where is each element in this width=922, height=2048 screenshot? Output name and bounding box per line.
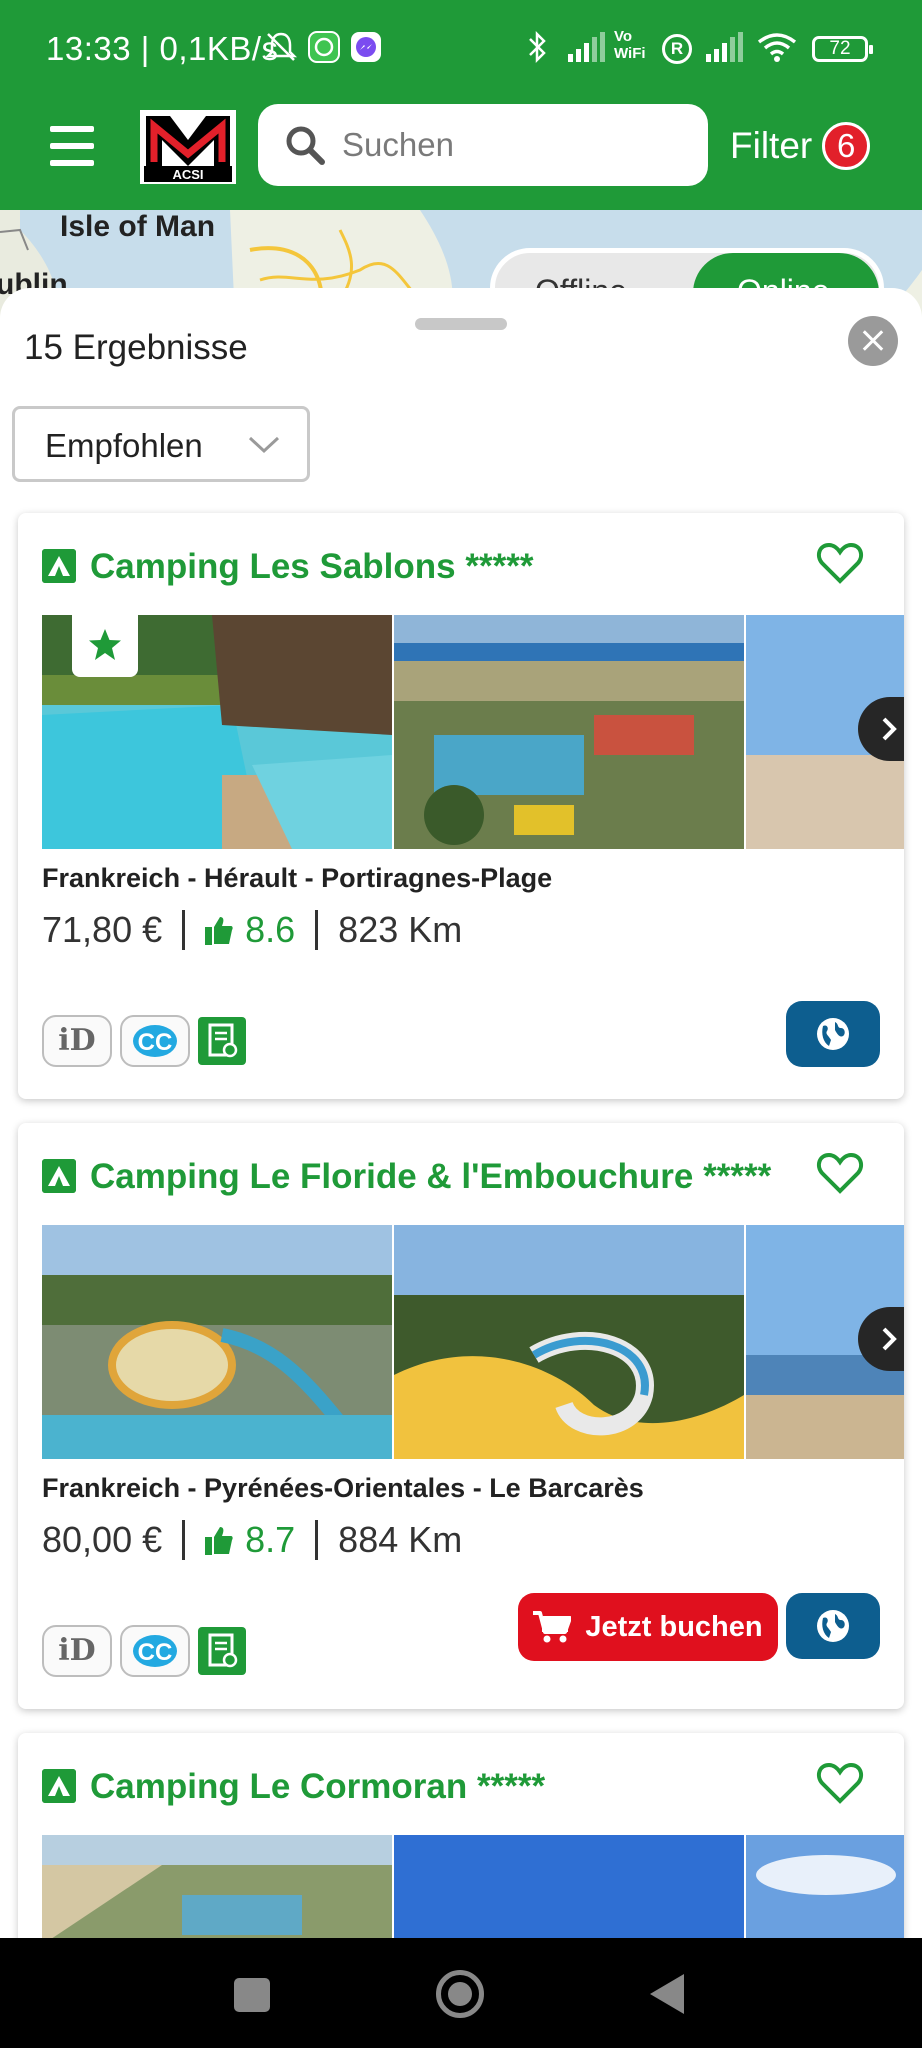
search-bar[interactable] bbox=[258, 104, 708, 186]
camping-card-icon: CC bbox=[120, 1625, 190, 1677]
results-count: 15 Ergebnisse bbox=[24, 328, 248, 367]
signal-icon-2 bbox=[706, 32, 743, 62]
divider bbox=[182, 910, 186, 950]
campsite-photo-clouds[interactable] bbox=[746, 1835, 904, 1938]
cart-icon bbox=[533, 1611, 572, 1643]
heart-icon[interactable] bbox=[816, 541, 864, 585]
signal-icon-1 bbox=[568, 32, 605, 62]
svg-text:ACSI: ACSI bbox=[172, 167, 203, 182]
acsi-logo[interactable]: ACSI bbox=[140, 110, 236, 184]
volte-label: Vo WiFi bbox=[614, 28, 646, 62]
campsite-price: 80,00 € bbox=[42, 1519, 163, 1560]
recents-button[interactable] bbox=[234, 1978, 270, 2012]
document-icon bbox=[198, 1627, 246, 1675]
cc-logo-icon: CC bbox=[133, 1635, 177, 1667]
photo-gallery[interactable] bbox=[42, 615, 904, 849]
campsite-stats: 80,00 € 8.7 884 Km bbox=[42, 1515, 462, 1565]
muted-bell-icon bbox=[264, 32, 298, 61]
campsite-rating: 8.7 bbox=[245, 1519, 296, 1560]
filter-label: Filter bbox=[730, 125, 813, 166]
acsi-id-icon: iD bbox=[42, 1015, 112, 1067]
chevron-down-icon bbox=[248, 436, 280, 454]
chevron-right-icon bbox=[882, 1327, 897, 1351]
chevron-right-icon bbox=[882, 717, 897, 741]
book-now-button[interactable]: Jetzt buchen bbox=[518, 1593, 778, 1661]
messenger-icon bbox=[351, 32, 381, 62]
tent-icon bbox=[42, 1769, 76, 1803]
campsite-rating: 8.6 bbox=[245, 909, 296, 950]
filter-button[interactable]: Filter 6 bbox=[730, 116, 871, 176]
sheet-drag-handle[interactable] bbox=[415, 318, 507, 330]
star-icon bbox=[89, 629, 121, 660]
wifi-icon bbox=[757, 33, 797, 62]
tent-icon bbox=[42, 549, 76, 583]
campsite-price: 71,80 € bbox=[42, 909, 163, 950]
results-sheet: 15 Ergebnisse Empfohlen Camping Les Sabl… bbox=[0, 288, 922, 1938]
search-icon bbox=[286, 126, 325, 165]
camping-card-icon: CC bbox=[120, 1015, 190, 1067]
sort-dropdown[interactable]: Empfohlen bbox=[12, 406, 310, 482]
back-button[interactable] bbox=[650, 1974, 684, 2014]
sort-label: Empfohlen bbox=[45, 427, 203, 464]
map-label-isle-of-man: Isle of Man bbox=[60, 210, 216, 243]
campsite-name[interactable]: Camping Le Cormoran ***** bbox=[90, 1767, 545, 1807]
thumbs-up-icon bbox=[205, 917, 233, 945]
system-nav-bar bbox=[0, 1938, 922, 2048]
search-input[interactable] bbox=[342, 104, 682, 186]
app-header: ACSI Filter 6 bbox=[0, 100, 922, 210]
feature-icons: iD CC bbox=[42, 1625, 254, 1677]
campsite-name[interactable]: Camping Le Floride & l'Embouchure ***** bbox=[90, 1157, 771, 1197]
cc-logo-icon: CC bbox=[133, 1025, 177, 1057]
campsite-distance: 823 Km bbox=[338, 909, 463, 950]
divider bbox=[182, 1520, 186, 1560]
home-button[interactable] bbox=[436, 1970, 484, 2018]
acsi-id-icon: iD bbox=[42, 1625, 112, 1677]
svg-text:CC: CC bbox=[138, 1639, 173, 1666]
campsite-location: Frankreich - Pyrénées-Orientales - Le Ba… bbox=[42, 1473, 644, 1503]
campsite-photo-waterslide[interactable] bbox=[394, 1225, 744, 1459]
campsite-photo-aerial[interactable] bbox=[42, 1835, 392, 1938]
campsite-card[interactable]: Camping Le Cormoran ***** bbox=[18, 1733, 904, 1938]
roaming-icon: R bbox=[662, 34, 692, 64]
divider bbox=[315, 910, 319, 950]
thumbs-up-icon bbox=[205, 1527, 233, 1555]
website-button[interactable] bbox=[786, 1001, 880, 1067]
top-campsite-badge bbox=[72, 615, 138, 677]
battery-icon: 72 bbox=[812, 36, 873, 62]
filter-count-badge: 6 bbox=[822, 122, 871, 170]
campsite-photo-slides[interactable] bbox=[42, 1225, 392, 1459]
campsite-distance: 884 Km bbox=[338, 1519, 463, 1560]
book-now-label: Jetzt buchen bbox=[585, 1610, 763, 1643]
globe-icon bbox=[817, 1018, 849, 1050]
divider bbox=[315, 1520, 319, 1560]
document-icon bbox=[198, 1017, 246, 1065]
photo-gallery[interactable] bbox=[42, 1225, 904, 1459]
heart-icon[interactable] bbox=[816, 1761, 864, 1805]
status-time: 13:33 | 0,1KB/s bbox=[46, 30, 279, 67]
status-bar: 13:33 | 0,1KB/s Vo WiFi R 72 bbox=[0, 0, 922, 100]
campsite-card[interactable]: Camping Les Sablons ***** Frankreich - H… bbox=[18, 513, 904, 1099]
hamburger-icon[interactable] bbox=[50, 126, 94, 166]
campsite-card[interactable]: Camping Le Floride & l'Embouchure ***** bbox=[18, 1123, 904, 1709]
campsite-stats: 71,80 € 8.6 823 Km bbox=[42, 905, 462, 955]
website-button[interactable] bbox=[786, 1593, 880, 1659]
svg-text:CC: CC bbox=[138, 1029, 173, 1056]
feature-icons: iD CC bbox=[42, 1015, 254, 1067]
tent-icon bbox=[42, 1159, 76, 1193]
close-icon[interactable] bbox=[848, 316, 898, 366]
heart-icon[interactable] bbox=[816, 1151, 864, 1195]
campsite-name[interactable]: Camping Les Sablons ***** bbox=[90, 547, 533, 587]
campsite-location: Frankreich - Hérault - Portiragnes-Plage bbox=[42, 863, 553, 893]
photo-gallery[interactable] bbox=[42, 1835, 904, 1938]
whatsapp-icon bbox=[308, 31, 340, 63]
campsite-photo-sky[interactable] bbox=[394, 1835, 744, 1938]
campsite-photo-aerial[interactable] bbox=[394, 615, 744, 849]
globe-icon bbox=[817, 1610, 849, 1642]
bluetooth-icon bbox=[529, 30, 546, 64]
